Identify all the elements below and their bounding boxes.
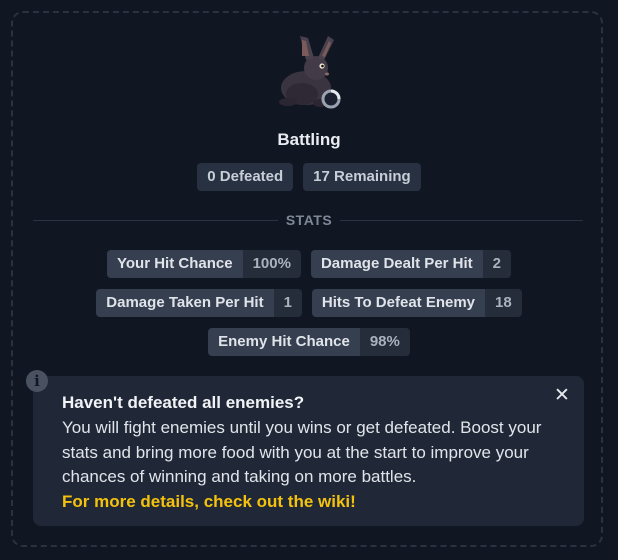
- stat-label: Damage Taken Per Hit: [96, 289, 274, 317]
- info-title: Haven't defeated all enemies?: [62, 393, 305, 412]
- stats-heading-text: STATS: [277, 212, 341, 228]
- wiki-link[interactable]: For more details, check out the wiki!: [62, 490, 555, 514]
- info-icon: i: [26, 370, 48, 392]
- stats-row-2: Damage Taken Per Hit 1 Hits To Defeat En…: [0, 289, 618, 317]
- stat-damage-taken: Damage Taken Per Hit 1: [96, 289, 302, 317]
- close-icon[interactable]: ✕: [552, 386, 572, 406]
- stats-row-3: Enemy Hit Chance 98%: [0, 328, 618, 356]
- stats-heading: STATS: [0, 212, 618, 228]
- battle-counters: 0 Defeated 17 Remaining: [0, 163, 618, 191]
- remaining-count-badge: 17 Remaining: [303, 163, 421, 191]
- stat-hits-to-defeat: Hits To Defeat Enemy 18: [311, 289, 522, 317]
- stat-label: Damage Dealt Per Hit: [310, 250, 483, 278]
- battle-status-title: Battling: [277, 130, 341, 149]
- stat-your-hit-chance: Your Hit Chance 100%: [106, 250, 301, 278]
- stat-value: 2: [482, 250, 512, 278]
- stat-enemy-hit-chance: Enemy Hit Chance 98%: [208, 328, 410, 356]
- info-body: You will fight enemies until you wins or…: [62, 418, 542, 486]
- stat-value: 100%: [242, 250, 301, 278]
- stat-damage-dealt: Damage Dealt Per Hit 2: [310, 250, 512, 278]
- loading-spinner-icon: [321, 89, 341, 109]
- stat-label: Your Hit Chance: [106, 250, 243, 278]
- stat-label: Enemy Hit Chance: [208, 328, 360, 356]
- stat-label: Hits To Defeat Enemy: [311, 289, 486, 317]
- stat-value: 1: [273, 289, 302, 317]
- stats-row-1: Your Hit Chance 100% Damage Dealt Per Hi…: [0, 250, 618, 278]
- defeated-count-badge: 0 Defeated: [197, 163, 294, 191]
- stat-value: 98%: [359, 328, 410, 356]
- info-callout: Haven't defeated all enemies? You will f…: [33, 376, 584, 526]
- stat-value: 18: [485, 289, 522, 317]
